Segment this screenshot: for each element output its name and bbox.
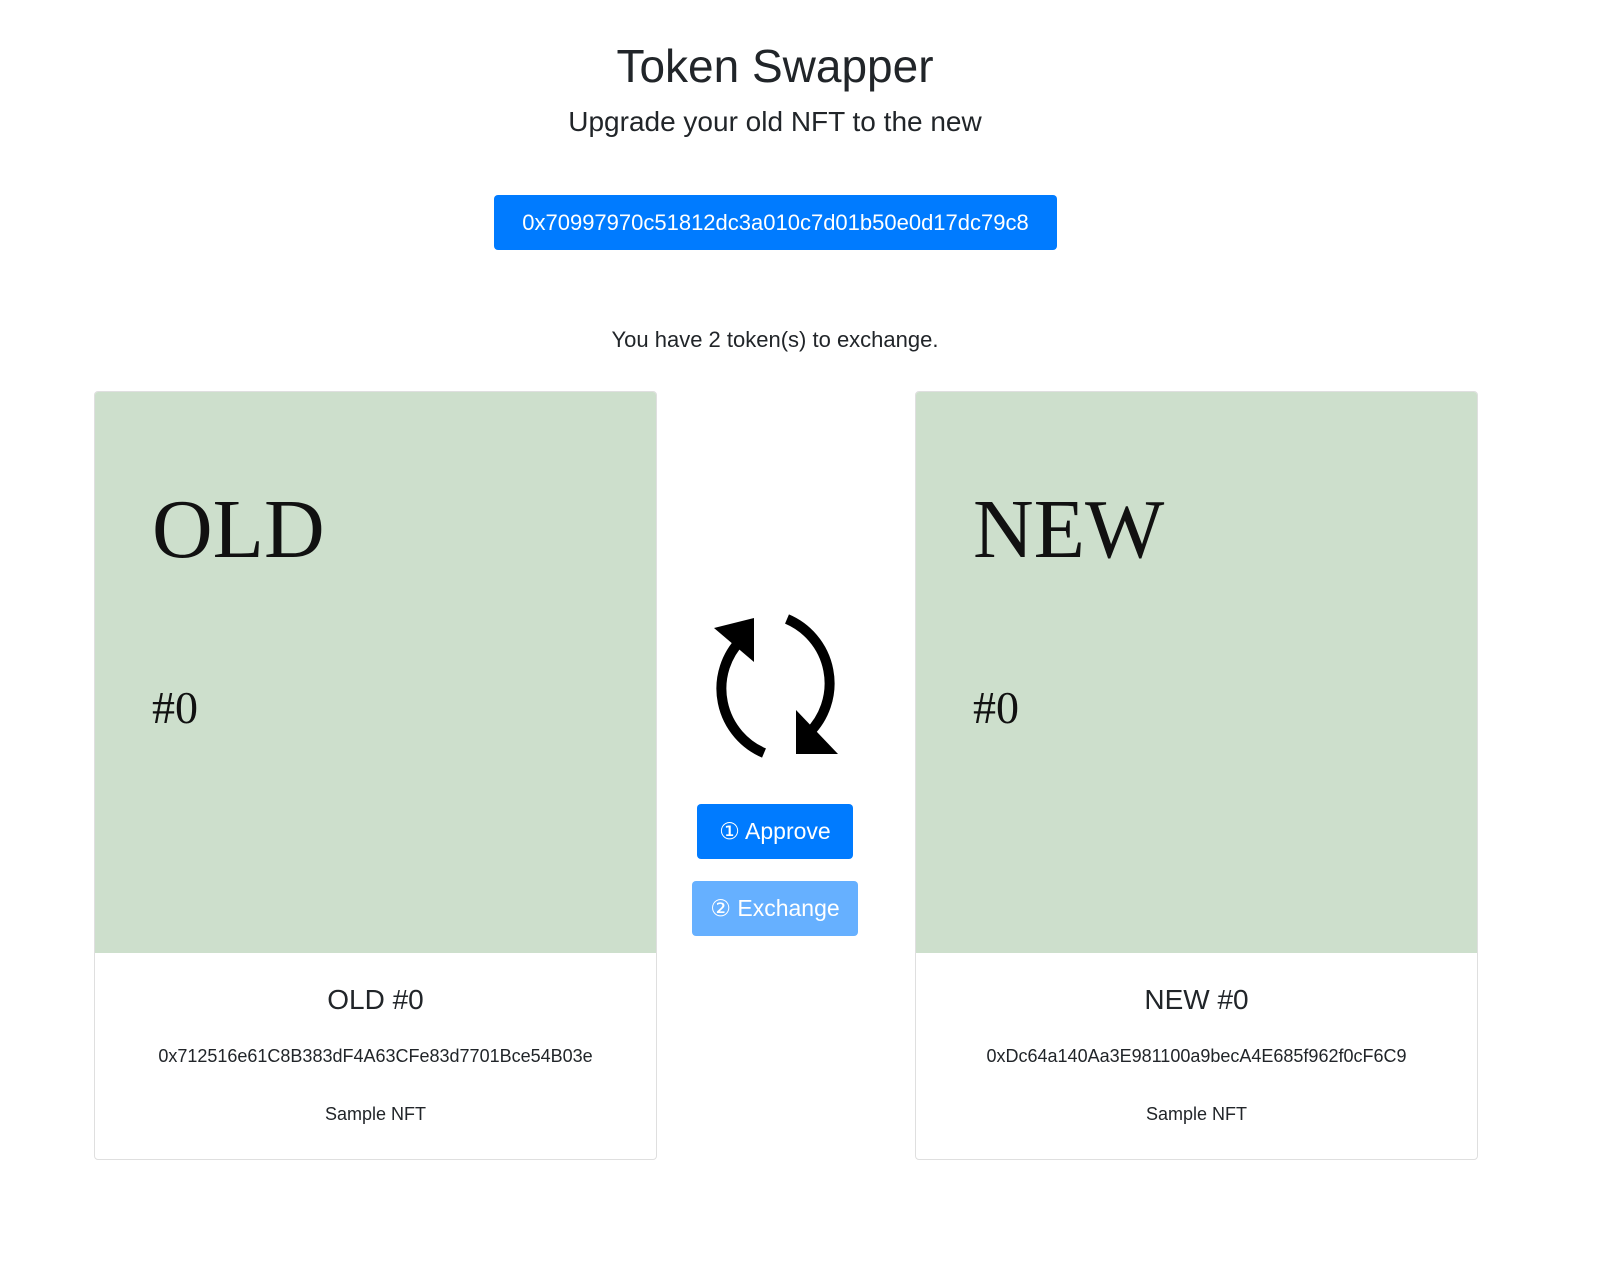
refresh-arrows-icon — [696, 610, 856, 762]
wallet-address-button[interactable]: 0x70997970c51812dc3a010c7d01b50e0d17dc79… — [494, 195, 1057, 250]
old-nft-image: OLD #0 — [95, 392, 656, 953]
page-title: Token Swapper — [616, 40, 934, 92]
new-nft-image: NEW #0 — [916, 392, 1477, 953]
old-nft-collection: Sample NFT — [324, 1104, 427, 1124]
approve-button[interactable]: ① Approve — [697, 804, 853, 859]
old-nft-image-number: #0 — [152, 682, 198, 733]
token-count-text: You have 2 token(s) to exchange. — [611, 327, 939, 352]
new-nft-contract-address: 0xDc64a140Aa3E981100a9becA4E685f962f0cF6… — [986, 1046, 1407, 1066]
old-nft-image-label: OLD — [152, 483, 325, 576]
new-nft-image-number: #0 — [973, 682, 1019, 733]
page-subtitle: Upgrade your old NFT to the new — [568, 106, 982, 137]
old-nft-contract-address: 0x712516e61C8B383dF4A63CFe83d7701Bce54B0… — [158, 1046, 593, 1066]
new-nft-card: NEW #0 NEW #0 0xDc64a140Aa3E981100a9becA… — [915, 391, 1478, 1160]
new-nft-image-label: NEW — [973, 483, 1165, 576]
new-nft-collection: Sample NFT — [1145, 1104, 1248, 1124]
new-nft-title: NEW #0 — [1144, 984, 1249, 1015]
old-nft-title: OLD #0 — [327, 984, 424, 1015]
exchange-button[interactable]: ② Exchange — [692, 881, 858, 936]
old-nft-card: OLD #0 OLD #0 0x712516e61C8B383dF4A63CFe… — [94, 391, 657, 1160]
